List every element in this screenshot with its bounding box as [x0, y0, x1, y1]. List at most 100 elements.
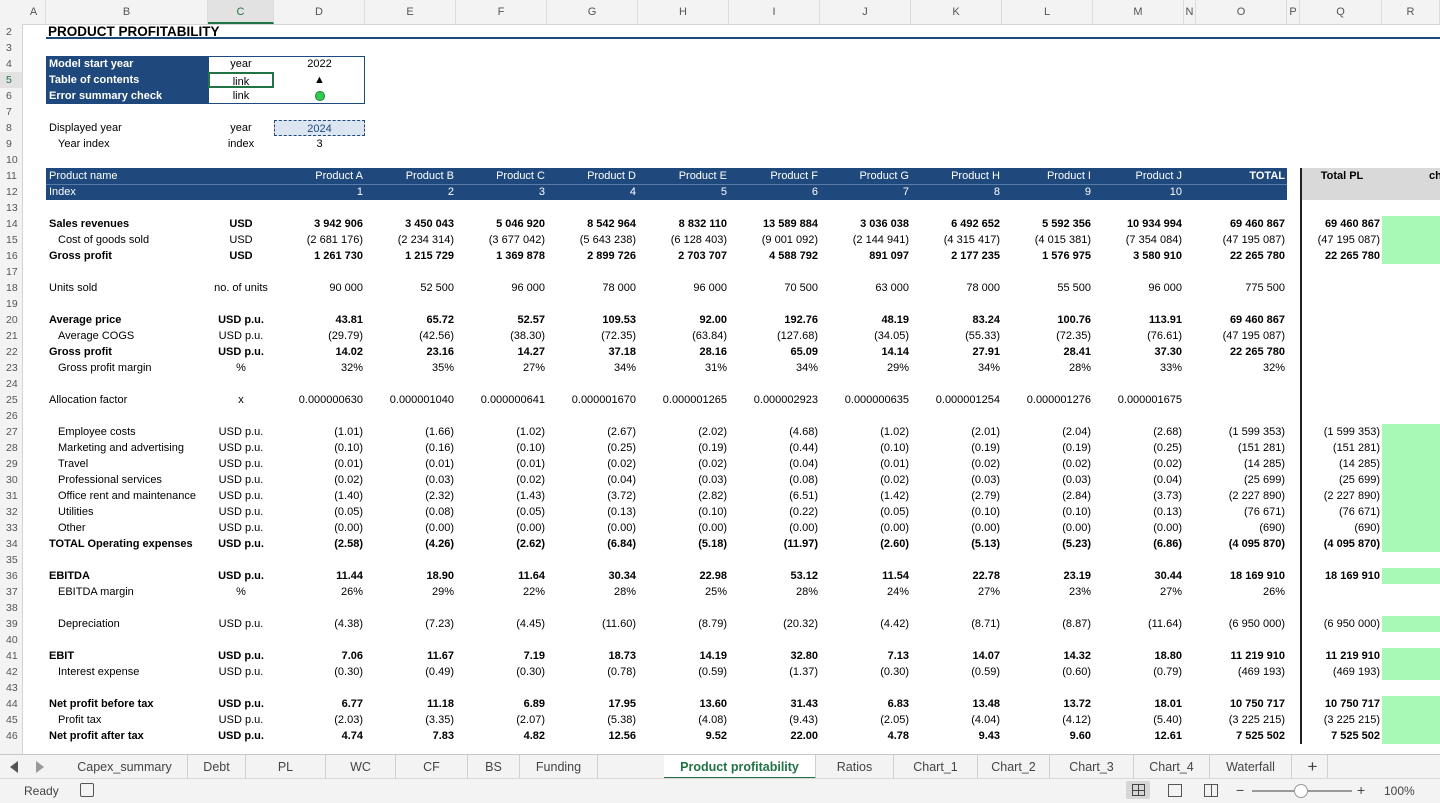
row-header-5[interactable]: 5 [0, 72, 22, 88]
row-header-45[interactable]: 45 [0, 712, 22, 728]
row-header-18[interactable]: 18 [0, 280, 22, 296]
column-header-b[interactable]: B [46, 0, 208, 24]
row-header-34[interactable]: 34 [0, 536, 22, 552]
row-header-28[interactable]: 28 [0, 440, 22, 456]
row-header-17[interactable]: 17 [0, 264, 22, 280]
column-header-c[interactable]: C [208, 0, 274, 24]
value-cell: (0.02) [880, 474, 909, 486]
column-header-m[interactable]: M [1093, 0, 1184, 24]
row-header-32[interactable]: 32 [0, 504, 22, 520]
column-header-d[interactable]: D [274, 0, 365, 24]
row-header-26[interactable]: 26 [0, 408, 22, 424]
row-header-7[interactable]: 7 [0, 104, 22, 120]
displayed-year-input[interactable]: 2024 [274, 120, 365, 136]
zoom-level[interactable]: 100% [1384, 784, 1415, 798]
sheet-tab-bs[interactable]: BS [468, 755, 520, 779]
row-header-40[interactable]: 40 [0, 632, 22, 648]
row-header-2[interactable]: 2 [0, 24, 22, 40]
zoom-slider[interactable] [1252, 784, 1352, 798]
row-header-43[interactable]: 43 [0, 680, 22, 696]
sheet-tab-chart-2[interactable]: Chart_2 [978, 755, 1050, 779]
zoom-slider-thumb[interactable] [1294, 784, 1308, 798]
column-header-r[interactable]: R [1382, 0, 1440, 24]
row-header-4[interactable]: 4 [0, 56, 22, 72]
add-sheet-button[interactable]: + [1298, 755, 1328, 779]
sheet-tab-chart-4[interactable]: Chart_4 [1134, 755, 1210, 779]
row-header-13[interactable]: 13 [0, 200, 22, 216]
row-header-15[interactable]: 15 [0, 232, 22, 248]
grid-view-icon[interactable] [1126, 781, 1150, 799]
sheet-tab-funding[interactable]: Funding [520, 755, 598, 779]
row-header-38[interactable]: 38 [0, 600, 22, 616]
column-header-h[interactable]: H [638, 0, 729, 24]
row-header-36[interactable]: 36 [0, 568, 22, 584]
zoom-out-button[interactable]: − [1236, 782, 1244, 798]
accessibility-icon[interactable] [80, 783, 94, 797]
row-header-23[interactable]: 23 [0, 360, 22, 376]
sheet-tab-cf[interactable]: CF [396, 755, 468, 779]
triangle-left-icon[interactable] [10, 761, 18, 773]
sheet-tab-chart-3[interactable]: Chart_3 [1050, 755, 1134, 779]
row-header-39[interactable]: 39 [0, 616, 22, 632]
row-header-12[interactable]: 12 [0, 184, 22, 200]
column-header-n[interactable]: N [1184, 0, 1196, 24]
column-header-i[interactable]: I [729, 0, 820, 24]
row-header-22[interactable]: 22 [0, 344, 22, 360]
triangle-right-icon[interactable] [36, 761, 44, 773]
row-header-6[interactable]: 6 [0, 88, 22, 104]
row-header-31[interactable]: 31 [0, 488, 22, 504]
page-break-icon[interactable] [1204, 784, 1218, 797]
column-header-a[interactable]: A [22, 0, 46, 24]
sheet-grid[interactable]: PRODUCT PROFITABILITY Model start year yea… [22, 24, 1440, 754]
sheet-tab-chart-1[interactable]: Chart_1 [894, 755, 978, 779]
column-header-o[interactable]: O [1196, 0, 1287, 24]
zoom-in-button[interactable]: + [1357, 782, 1365, 798]
sheet-tab-ratios[interactable]: Ratios [816, 755, 894, 779]
row-header-35[interactable]: 35 [0, 552, 22, 568]
row-header-21[interactable]: 21 [0, 328, 22, 344]
row-header-8[interactable]: 8 [0, 120, 22, 136]
row-header-11[interactable]: 11 [0, 168, 22, 184]
page-layout-icon[interactable] [1168, 784, 1182, 797]
row-header-10[interactable]: 10 [0, 152, 22, 168]
total-pl-cell: 10 750 717 [1324, 698, 1380, 710]
row-header-42[interactable]: 42 [0, 664, 22, 680]
sheet-tab-debt[interactable]: Debt [188, 755, 246, 779]
toc-link-icon[interactable]: ▲ [274, 72, 365, 88]
sheet-tab-capex-summary[interactable]: Capex_summary [62, 755, 188, 779]
column-header-q[interactable]: Q [1300, 0, 1382, 24]
column-header-f[interactable]: F [456, 0, 547, 24]
column-header-p[interactable]: P [1287, 0, 1300, 24]
sheet-tab-pl[interactable]: PL [246, 755, 326, 779]
sheet-tab-waterfall[interactable]: Waterfall [1210, 755, 1292, 779]
selected-cell-c5[interactable]: link [208, 72, 274, 88]
row-header-44[interactable]: 44 [0, 696, 22, 712]
row-header-24[interactable]: 24 [0, 376, 22, 392]
row-header-25[interactable]: 25 [0, 392, 22, 408]
value-cell: (4 015 381) [1034, 234, 1091, 246]
sheet-tab-product-profitability[interactable]: Product profitability [664, 755, 816, 779]
row-header-30[interactable]: 30 [0, 472, 22, 488]
column-header-k[interactable]: K [911, 0, 1002, 24]
row-header-3[interactable]: 3 [0, 40, 22, 56]
row-header-46[interactable]: 46 [0, 728, 22, 744]
sheet-tab-wc[interactable]: WC [326, 755, 396, 779]
value-cell: (4.04) [971, 714, 1000, 726]
row-header-37[interactable]: 37 [0, 584, 22, 600]
column-header-e[interactable]: E [365, 0, 456, 24]
column-header-l[interactable]: L [1002, 0, 1093, 24]
row-header-20[interactable]: 20 [0, 312, 22, 328]
column-header-j[interactable]: J [820, 0, 911, 24]
value-cell: 34% [795, 362, 818, 374]
row-header-16[interactable]: 16 [0, 248, 22, 264]
row-header-33[interactable]: 33 [0, 520, 22, 536]
model-info-unit[interactable]: link [208, 88, 274, 104]
row-header-19[interactable]: 19 [0, 296, 22, 312]
column-header-g[interactable]: G [547, 0, 638, 24]
row-header-9[interactable]: 9 [0, 136, 22, 152]
row-header-14[interactable]: 14 [0, 216, 22, 232]
row-unit: % [236, 362, 246, 374]
row-header-41[interactable]: 41 [0, 648, 22, 664]
row-header-27[interactable]: 27 [0, 424, 22, 440]
row-header-29[interactable]: 29 [0, 456, 22, 472]
